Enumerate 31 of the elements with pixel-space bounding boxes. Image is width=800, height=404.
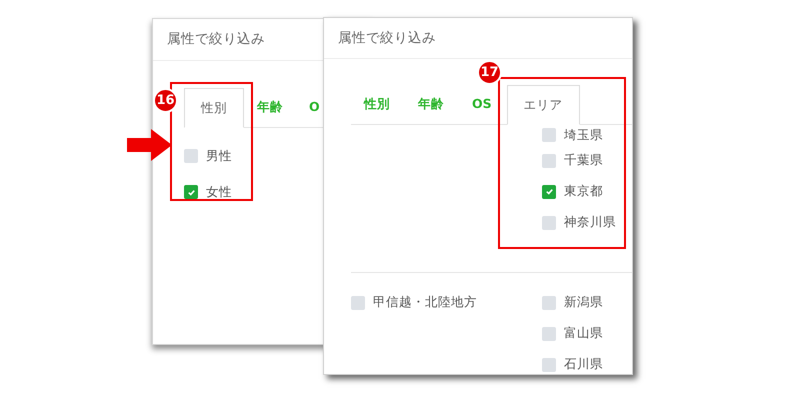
dialog-title: 属性で絞り込み <box>167 30 265 50</box>
checkbox[interactable] <box>184 185 198 199</box>
tab[interactable]: 年齢 <box>244 87 296 127</box>
tab[interactable]: 性別 <box>184 88 244 128</box>
checkbox-label: 東京都 <box>564 185 603 198</box>
checkbox-label: 女性 <box>206 186 232 198</box>
checkbox-label: 新潟県 <box>564 296 603 309</box>
checkbox[interactable] <box>542 128 556 142</box>
checkbox[interactable] <box>542 326 556 340</box>
checkmark-icon <box>186 188 196 196</box>
checkbox[interactable] <box>542 296 556 310</box>
tab[interactable]: エリア <box>506 85 580 125</box>
dialog-title: 属性で絞り込み <box>338 28 436 48</box>
checkbox-label: 男性 <box>206 150 232 162</box>
checkbox[interactable] <box>351 296 365 310</box>
checkbox-label: 千葉県 <box>564 154 603 167</box>
checkbox-label: 甲信越・北陸地方 <box>373 296 477 309</box>
checkbox-label: 埼玉県 <box>564 128 603 142</box>
checkbox[interactable] <box>542 184 556 198</box>
tab[interactable]: OS <box>459 84 505 124</box>
tab[interactable]: 年齢 <box>405 84 457 124</box>
checkbox[interactable] <box>542 216 556 230</box>
checkbox-label: 神奈川県 <box>564 216 616 229</box>
pointer-arrow-icon <box>127 129 172 161</box>
checkmark-icon <box>544 187 554 196</box>
checkbox-label: 富山県 <box>564 327 603 340</box>
tab[interactable]: 性別 <box>351 84 403 124</box>
checkbox[interactable] <box>542 154 556 168</box>
checkbox[interactable] <box>542 358 556 372</box>
checkbox[interactable] <box>184 149 198 163</box>
checkbox-label: 石川県 <box>564 358 603 371</box>
